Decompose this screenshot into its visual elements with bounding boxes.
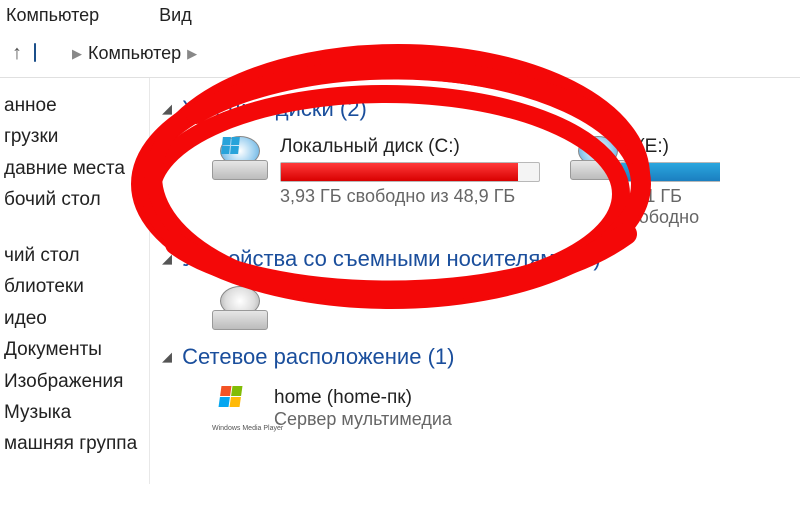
computer-icon <box>34 44 56 64</box>
removable-drive-icon[interactable] <box>212 286 268 330</box>
sidebar-item[interactable]: блиотеки <box>0 271 149 302</box>
sidebar-item[interactable]: Изображения <box>0 366 149 397</box>
menu-view[interactable]: Вид <box>159 5 192 26</box>
collapse-triangle-icon[interactable]: ◢ <box>162 349 172 365</box>
sidebar-item[interactable]: Музыка <box>0 397 149 428</box>
sidebar-item[interactable]: грузки <box>0 121 149 152</box>
drive-icon <box>570 136 608 180</box>
drive-name: Локальный диск (C:) <box>280 136 540 158</box>
sidebar-item[interactable]: чий стол <box>0 240 149 271</box>
sidebar-item[interactable]: машняя группа <box>0 428 149 459</box>
capacity-bar <box>620 162 720 182</box>
breadcrumb-root[interactable]: Компьютер <box>88 43 181 64</box>
network-item-sub: Сервер мультимедиа <box>274 409 452 430</box>
capacity-bar <box>280 162 540 182</box>
collapse-triangle-icon[interactable]: ◢ <box>162 251 172 267</box>
drive-free-text: 41,1 ГБ свободно <box>620 186 720 228</box>
section-hard-drives[interactable]: ◢ Жесткие диски (2) <box>162 96 800 122</box>
sidebar-item[interactable]: анное <box>0 90 149 121</box>
network-item-name: home (home-пк) <box>274 387 452 409</box>
menu-computer[interactable]: Компьютер <box>6 5 99 26</box>
collapse-triangle-icon[interactable]: ◢ <box>162 101 172 117</box>
section-network[interactable]: ◢ Сетевое расположение (1) <box>162 344 800 370</box>
drive-c[interactable]: Локальный диск (C:) 3,93 ГБ свободно из … <box>212 136 540 228</box>
drive-e[interactable]: E (E:) 41,1 ГБ свободно <box>570 136 720 228</box>
content-pane: ◢ Жесткие диски (2) Локальный диск (C:) … <box>150 78 800 484</box>
up-arrow-icon[interactable]: ↑ <box>10 40 24 67</box>
breadcrumb[interactable]: ▶ Компьютер ▶ <box>66 43 203 64</box>
section-removable[interactable]: ◢ Устройства со съемными носителями (1) <box>162 246 800 272</box>
menu-bar: Компьютер Вид <box>0 0 800 36</box>
sidebar-item[interactable]: идео <box>0 303 149 334</box>
network-item[interactable]: Windows Media Player home (home-пк) Серв… <box>212 384 800 432</box>
chevron-right-icon: ▶ <box>181 46 203 62</box>
sidebar-item[interactable]: давние места <box>0 153 149 184</box>
sidebar: анное грузки давние места бочий стол чий… <box>0 78 150 484</box>
drive-free-text: 3,93 ГБ свободно из 48,9 ГБ <box>280 186 540 207</box>
windows-media-player-icon: Windows Media Player <box>212 384 262 432</box>
sidebar-item[interactable]: Документы <box>0 334 149 365</box>
drive-icon <box>212 136 268 180</box>
drive-name: E (E:) <box>620 136 720 158</box>
chevron-right-icon: ▶ <box>66 46 88 62</box>
sidebar-item[interactable]: бочий стол <box>0 184 149 215</box>
address-bar: ↑ ▶ Компьютер ▶ <box>0 36 800 78</box>
